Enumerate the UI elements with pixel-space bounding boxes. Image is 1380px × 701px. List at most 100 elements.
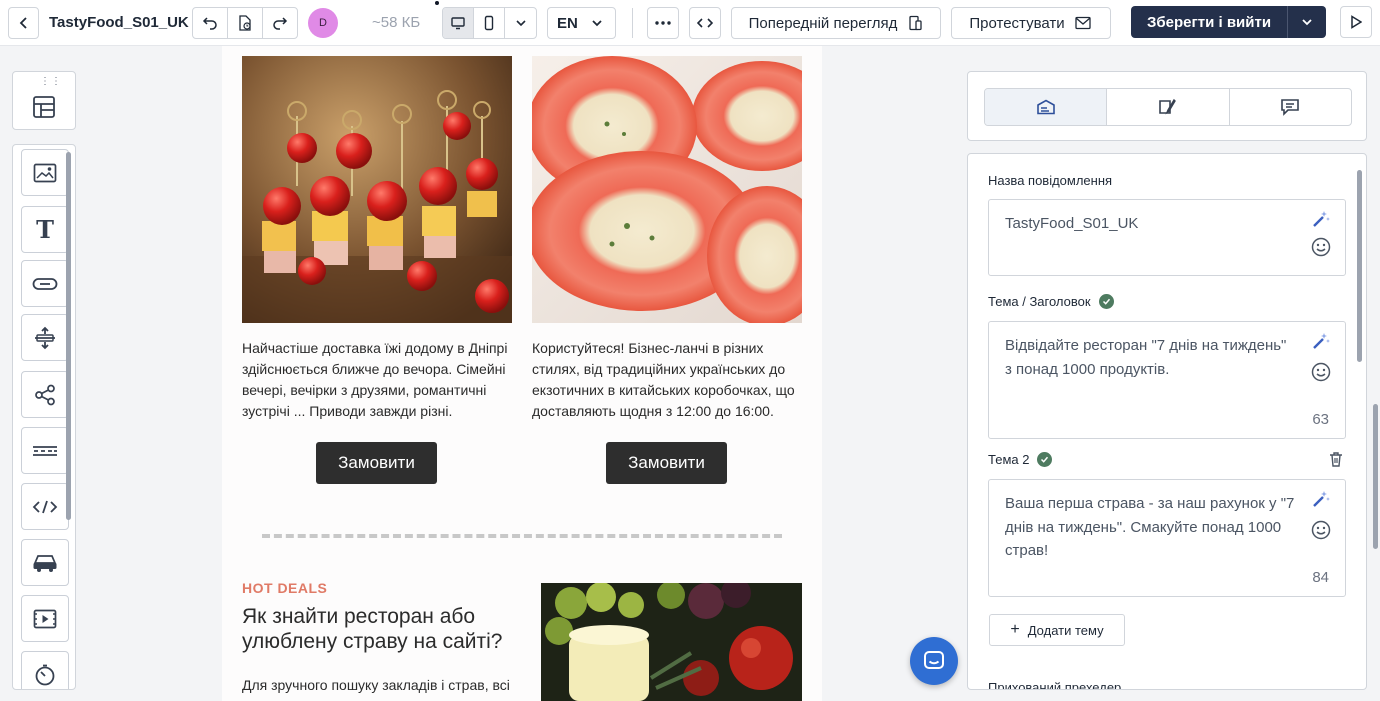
divider-block-button[interactable] [21, 427, 69, 474]
support-chat-button[interactable] [910, 637, 958, 685]
order-button-1[interactable]: Замовити [316, 442, 437, 484]
video-block-button[interactable] [21, 595, 69, 642]
emoji-icon[interactable] [1311, 237, 1331, 257]
article-body[interactable]: Для зручного пошуку закладів і страв, вс… [242, 675, 522, 696]
canape-photo [242, 56, 512, 323]
top-bar: TastyFood_S01_UK D ~58 КБ EN Попередній … [0, 0, 1380, 46]
email-canvas: Найчастіше доставка їжі додому в Дніпрі … [222, 46, 822, 701]
more-button[interactable] [647, 7, 679, 39]
mobile-view-button[interactable] [474, 8, 505, 38]
email-size: ~58 КБ [372, 14, 421, 31]
toolbar-divider [632, 8, 633, 38]
device-switcher [442, 7, 537, 39]
plus-icon: + [1010, 621, 1020, 638]
file-history-icon [239, 15, 251, 31]
structures-button[interactable] [31, 94, 57, 125]
text-block-button[interactable]: T [21, 206, 69, 253]
code-view-button[interactable] [689, 7, 721, 39]
test-button[interactable]: Протестувати [951, 7, 1111, 39]
timer-block-icon [35, 664, 55, 685]
promo-text-1[interactable]: Найчастіше доставка їжі додому в Дніпрі … [242, 338, 512, 422]
play-icon [1351, 15, 1362, 29]
preheader-label-text: Прихований прехедер [988, 680, 1122, 690]
dashed-divider[interactable] [262, 534, 782, 538]
subject-char-count: 63 [1312, 411, 1329, 428]
html-block-button[interactable] [21, 483, 69, 530]
message-name-label-text: Назва повідомлення [988, 173, 1113, 188]
magic-wand-icon[interactable] [1311, 489, 1331, 509]
salmon-roll-image[interactable] [532, 56, 802, 323]
html-block-icon [32, 500, 58, 513]
envelope-settings-icon [1036, 99, 1055, 115]
chevron-down-icon [1302, 19, 1312, 26]
social-block-button[interactable] [21, 371, 69, 418]
desktop-view-button[interactable] [443, 8, 474, 38]
chevron-down-icon [515, 20, 526, 27]
message-name-field[interactable]: TastyFood_S01_UK [988, 199, 1346, 276]
structures-panel: ⋮⋮ [12, 71, 76, 130]
redo-icon [273, 17, 288, 30]
save-and-exit-group: Зберегти і вийти [1131, 6, 1327, 38]
language-select[interactable]: EN [547, 7, 616, 39]
desktop-icon [451, 17, 465, 30]
subject2-value[interactable]: Ваша перша страва - за наш рахунок у "7 … [1005, 492, 1295, 563]
tab-comments[interactable] [1230, 89, 1351, 125]
version-history-button[interactable] [228, 8, 263, 38]
menu-block-button[interactable] [21, 539, 69, 586]
mobile-icon [484, 15, 494, 31]
timer-block-button[interactable] [21, 651, 69, 689]
undo-icon [202, 17, 217, 30]
spacer-block-button[interactable] [21, 314, 69, 361]
history-group [192, 7, 298, 39]
add-subject-button[interactable]: + Додати тему [989, 614, 1125, 646]
drag-grip-icon[interactable]: ⋮⋮ [40, 76, 62, 87]
page-scrollbar[interactable] [1373, 404, 1378, 549]
subject-field[interactable]: Відвідайте ресторан "7 днів на тиждень" … [988, 321, 1346, 439]
redo-button[interactable] [263, 8, 297, 38]
save-and-exit-button[interactable]: Зберегти і вийти [1131, 6, 1289, 38]
emoji-icon[interactable] [1311, 520, 1331, 540]
code-icon [697, 18, 713, 28]
subject2-label: Тема 2 [988, 452, 1053, 467]
article-heading[interactable]: Як знайти ресторан або улюблену страву н… [242, 604, 532, 654]
subject2-field[interactable]: Ваша перша страва - за наш рахунок у "7 … [988, 479, 1346, 597]
save-options-button[interactable] [1288, 6, 1326, 38]
order-button-2[interactable]: Замовити [606, 442, 727, 484]
message-name-label: Назва повідомлення [988, 173, 1112, 188]
blocks-scrollbar[interactable] [66, 152, 71, 520]
canape-image[interactable] [242, 56, 512, 323]
subject-value[interactable]: Відвідайте ресторан "7 днів на тиждень" … [1005, 334, 1295, 381]
subject2-label-text: Тема 2 [988, 452, 1030, 467]
magic-wand-icon[interactable] [1311, 331, 1331, 351]
message-settings-form: Назва повідомлення TastyFood_S01_UK Тема… [967, 153, 1367, 690]
device-menu-button[interactable] [505, 8, 536, 38]
emoji-icon[interactable] [1311, 362, 1331, 382]
settings-scrollbar[interactable] [1357, 170, 1362, 362]
trash-icon[interactable] [1328, 451, 1344, 468]
tab-design-settings[interactable] [1107, 89, 1230, 125]
undo-button[interactable] [193, 8, 228, 38]
design-settings-icon [1159, 98, 1176, 115]
spacer-block-icon [35, 326, 55, 349]
social-block-icon [35, 384, 55, 405]
promo-text-2[interactable]: Користуйтеся! Бізнес-ланчі в різних стил… [532, 338, 802, 422]
hot-deals-label[interactable]: HOT DEALS [242, 580, 327, 596]
avatar[interactable]: D [308, 8, 338, 38]
language-value: EN [557, 14, 578, 32]
tab-message-settings[interactable] [985, 89, 1108, 125]
fruit-cheese-image[interactable] [541, 583, 802, 701]
magic-wand-icon[interactable] [1311, 209, 1331, 229]
button-block-button[interactable] [21, 260, 69, 307]
subject-label: Тема / Заголовок [988, 294, 1114, 309]
preheader-label: Прихований прехедер [988, 680, 1122, 690]
send-mail-icon [1074, 16, 1091, 30]
next-step-button[interactable] [1340, 6, 1372, 38]
preview-label: Попередній перегляд [748, 14, 898, 32]
preview-button[interactable]: Попередній перегляд [731, 7, 941, 39]
video-block-icon [33, 609, 57, 628]
more-dots-icon [655, 21, 671, 25]
divider-block-icon [33, 445, 57, 456]
image-block-button[interactable] [21, 149, 69, 196]
back-button[interactable] [8, 7, 39, 39]
message-name-value[interactable]: TastyFood_S01_UK [1005, 212, 1295, 236]
